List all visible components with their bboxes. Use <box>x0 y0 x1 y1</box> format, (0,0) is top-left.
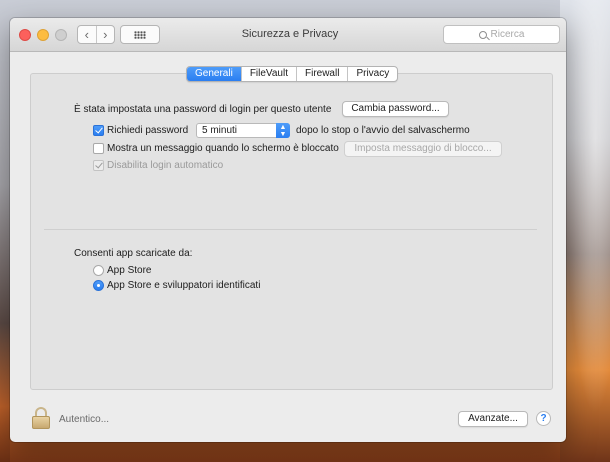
tab-generali[interactable]: Generali <box>187 67 241 81</box>
window-title: Sicurezza e Privacy <box>241 28 339 40</box>
radio-app-store-identified[interactable] <box>93 280 104 291</box>
grid-icon <box>134 30 146 39</box>
chevron-right-icon[interactable]: › <box>95 26 115 43</box>
back-forward-group: ‹ › <box>77 25 115 44</box>
require-password-suffix: dopo lo stop o l'avvio del salvaschermo <box>296 125 470 136</box>
password-set-text: È stata impostata una password di login … <box>74 104 332 115</box>
lock-icon[interactable] <box>32 407 50 429</box>
show-message-checkbox[interactable] <box>93 143 104 154</box>
desktop-wallpaper-left <box>0 0 10 462</box>
require-password-delay-select[interactable]: 5 minuti ▲ ▼ <box>196 123 290 138</box>
content-panel <box>30 73 553 390</box>
require-password-delay-value: 5 minuti <box>202 125 238 136</box>
preferences-window: ‹ › Sicurezza e Privacy Ricerca Generali… <box>10 18 566 442</box>
help-button[interactable]: ? <box>536 411 551 426</box>
radio-app-store[interactable] <box>93 265 104 276</box>
search-input[interactable]: Ricerca <box>443 25 560 44</box>
chevron-left-icon[interactable]: ‹ <box>78 26 96 43</box>
title-bar[interactable]: ‹ › Sicurezza e Privacy Ricerca <box>10 18 566 52</box>
require-password-label: Richiedi password <box>107 125 189 136</box>
tab-bar: Generali FileVault Firewall Privacy <box>186 66 399 82</box>
minimize-window-button[interactable] <box>37 29 49 41</box>
require-password-checkbox[interactable] <box>93 125 104 136</box>
disable-auto-login-label: Disabilita login automatico <box>107 160 224 171</box>
desktop-wallpaper-right <box>560 0 610 462</box>
show-message-label: Mostra un messaggio quando lo schermo è … <box>107 143 339 154</box>
advanced-button[interactable]: Avanzate... <box>458 411 528 427</box>
downloads-heading: Consenti app scaricate da: <box>74 248 193 259</box>
chevron-updown-icon: ▲ ▼ <box>276 123 290 138</box>
change-password-button[interactable]: Cambia password... <box>342 101 449 117</box>
section-divider <box>44 229 537 230</box>
search-placeholder: Ricerca <box>490 29 525 40</box>
zoom-window-button[interactable] <box>55 29 67 41</box>
radio-app-store-label: App Store <box>107 265 152 276</box>
radio-app-store-identified-label: App Store e sviluppatori identificati <box>107 280 261 291</box>
lock-label: Autentico... <box>59 414 110 425</box>
close-window-button[interactable] <box>19 29 31 41</box>
disable-auto-login-checkbox[interactable] <box>93 160 104 171</box>
set-lock-message-button[interactable]: Imposta messaggio di blocco... <box>344 141 502 157</box>
tab-privacy[interactable]: Privacy <box>347 67 397 81</box>
tab-firewall[interactable]: Firewall <box>295 67 347 81</box>
search-icon <box>478 30 487 39</box>
show-all-button[interactable] <box>120 25 160 44</box>
tab-filevault[interactable]: FileVault <box>240 67 296 81</box>
